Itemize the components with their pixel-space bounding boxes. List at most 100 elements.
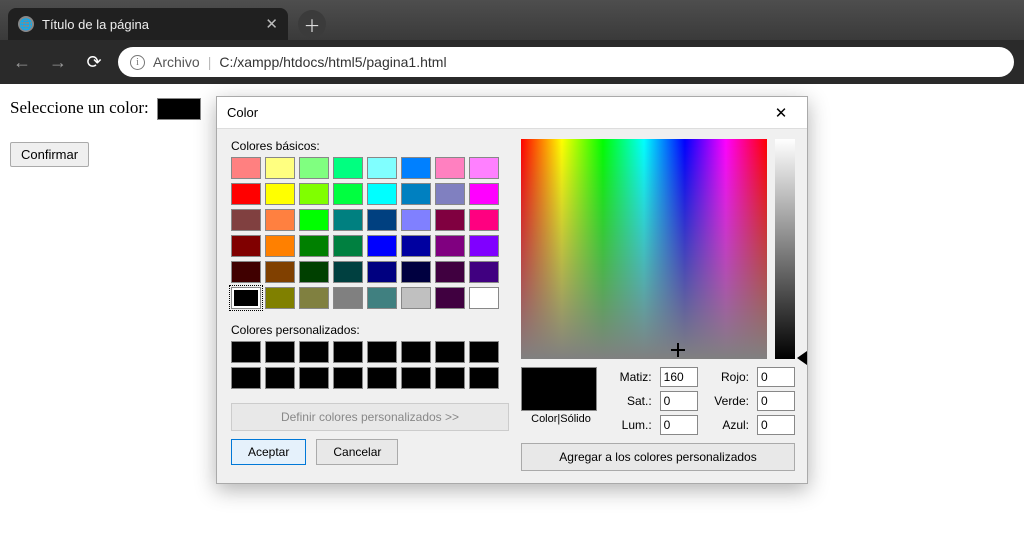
custom-swatch[interactable] [231,341,261,363]
basic-swatch[interactable] [401,261,431,283]
basic-swatch[interactable] [401,183,431,205]
basic-swatch[interactable] [469,261,499,283]
basic-swatch[interactable] [435,183,465,205]
basic-swatch[interactable] [299,287,329,309]
basic-swatch[interactable] [333,287,363,309]
forward-button[interactable]: → [46,52,70,73]
custom-swatch[interactable] [333,341,363,363]
basic-swatch[interactable] [469,209,499,231]
dialog-close-button[interactable]: ✕ [759,99,803,127]
define-custom-button: Definir colores personalizados >> [231,403,509,431]
basic-swatch[interactable] [299,261,329,283]
add-to-custom-button[interactable]: Agregar a los colores personalizados [521,443,795,471]
basic-swatch[interactable] [265,209,295,231]
basic-swatch[interactable] [469,157,499,179]
red-input[interactable] [757,367,795,387]
basic-swatch[interactable] [435,157,465,179]
color-input[interactable] [157,98,201,120]
custom-swatch[interactable] [333,367,363,389]
basic-swatch[interactable] [469,235,499,257]
basic-swatch[interactable] [401,157,431,179]
basic-swatch[interactable] [333,209,363,231]
cancel-button[interactable]: Cancelar [316,439,398,465]
custom-swatch[interactable] [401,341,431,363]
basic-swatch[interactable] [367,261,397,283]
hue-label: Matiz: [611,370,652,384]
basic-swatch[interactable] [435,209,465,231]
custom-swatch[interactable] [367,341,397,363]
new-tab-button[interactable]: ＋ [298,10,326,38]
basic-swatch[interactable] [231,157,261,179]
basic-swatch[interactable] [367,235,397,257]
tab-close-icon[interactable]: ✕ [265,15,278,33]
custom-swatch[interactable] [367,367,397,389]
lum-label: Lum.: [611,418,652,432]
basic-swatch[interactable] [265,235,295,257]
luminosity-slider[interactable] [775,139,795,359]
basic-swatch[interactable] [435,287,465,309]
back-button[interactable]: ← [10,52,34,73]
confirm-button[interactable]: Confirmar [10,142,89,167]
preview-label: Color|Sólido [521,413,601,425]
basic-swatch[interactable] [265,157,295,179]
custom-swatch[interactable] [469,341,499,363]
custom-swatch[interactable] [265,341,295,363]
basic-swatch[interactable] [367,157,397,179]
blue-input[interactable] [757,415,795,435]
basic-swatch[interactable] [401,235,431,257]
globe-icon: 🌐 [18,16,34,32]
basic-swatch[interactable] [367,287,397,309]
custom-colors-label: Colores personalizados: [231,323,509,337]
green-input[interactable] [757,391,795,411]
sat-input[interactable] [660,391,698,411]
basic-swatch[interactable] [231,183,261,205]
accept-button[interactable]: Aceptar [231,439,306,465]
basic-swatch[interactable] [469,183,499,205]
basic-swatch[interactable] [231,209,261,231]
basic-swatch[interactable] [435,235,465,257]
custom-swatch[interactable] [265,367,295,389]
basic-swatch[interactable] [333,261,363,283]
basic-swatch[interactable] [231,261,261,283]
basic-swatch[interactable] [299,157,329,179]
basic-swatch[interactable] [299,235,329,257]
info-icon[interactable]: i [130,55,145,70]
basic-swatch[interactable] [265,183,295,205]
dialog-titlebar[interactable]: Color ✕ [217,97,807,129]
basic-swatch[interactable] [231,235,261,257]
browser-toolbar: ← → ⟳ i Archivo | C:/xampp/htdocs/html5/… [0,40,1024,84]
basic-swatch[interactable] [265,261,295,283]
browser-tab[interactable]: 🌐 Título de la página ✕ [8,8,288,40]
custom-swatch[interactable] [435,367,465,389]
basic-swatch[interactable] [367,183,397,205]
basic-swatch[interactable] [333,183,363,205]
basic-swatch[interactable] [401,209,431,231]
basic-colors-grid [231,157,509,309]
custom-swatch[interactable] [231,367,261,389]
basic-swatch[interactable] [265,287,295,309]
basic-colors-label: Colores básicos: [231,139,509,153]
url-scheme: Archivo [153,54,200,70]
basic-swatch[interactable] [367,209,397,231]
color-gradient[interactable] [521,139,767,359]
basic-swatch[interactable] [469,287,499,309]
url-path: C:/xampp/htdocs/html5/pagina1.html [219,54,446,70]
basic-swatch[interactable] [231,287,261,309]
basic-swatch[interactable] [299,183,329,205]
basic-swatch[interactable] [299,209,329,231]
lum-input[interactable] [660,415,698,435]
url-bar[interactable]: i Archivo | C:/xampp/htdocs/html5/pagina… [118,47,1014,77]
custom-swatch[interactable] [469,367,499,389]
basic-swatch[interactable] [333,235,363,257]
basic-swatch[interactable] [333,157,363,179]
red-label: Rojo: [706,370,749,384]
custom-swatch[interactable] [401,367,431,389]
basic-swatch[interactable] [435,261,465,283]
color-preview [521,367,597,411]
custom-swatch[interactable] [299,341,329,363]
custom-swatch[interactable] [435,341,465,363]
basic-swatch[interactable] [401,287,431,309]
reload-button[interactable]: ⟳ [82,52,106,73]
custom-swatch[interactable] [299,367,329,389]
hue-input[interactable] [660,367,698,387]
